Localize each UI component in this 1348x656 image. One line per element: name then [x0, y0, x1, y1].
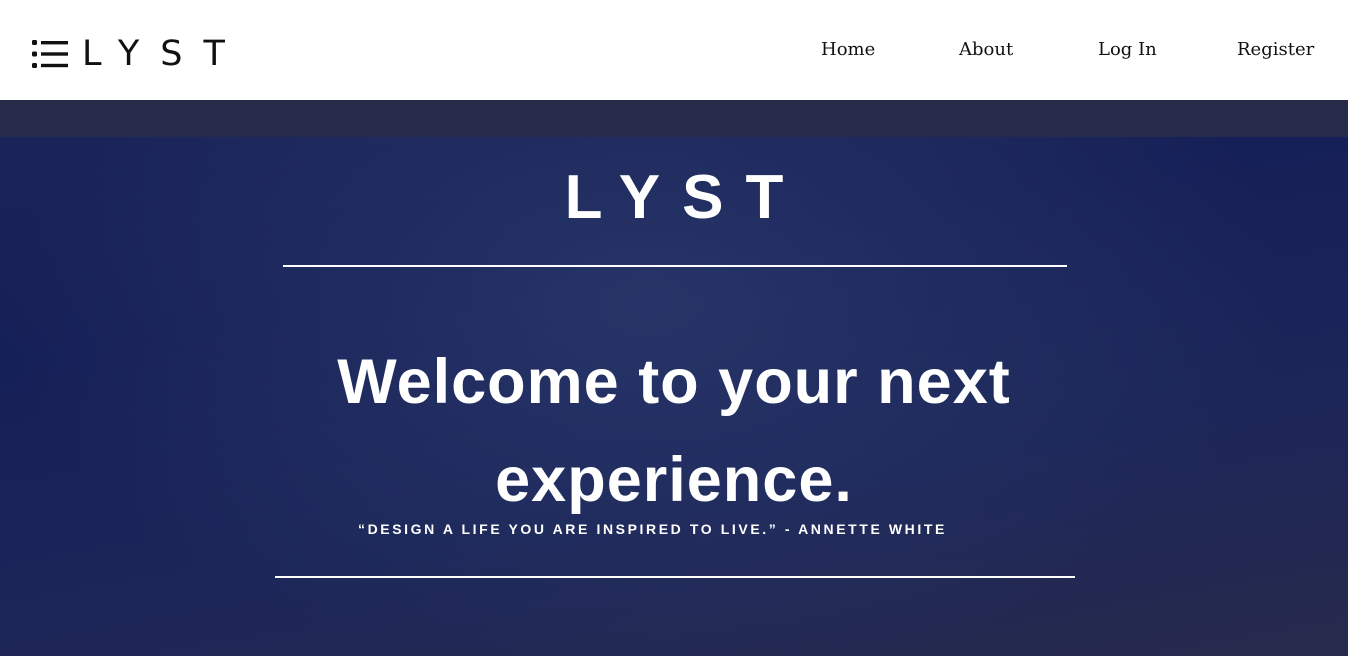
main-nav: Home About Log In Register [0, 37, 1348, 65]
hero-divider-bottom [275, 576, 1075, 578]
hero-logo: LYST [564, 163, 806, 232]
hero-section: LYST Welcome to your next experience. “D… [0, 137, 1348, 656]
hero-quote: “DESIGN A LIFE YOU ARE INSPIRED TO LIVE.… [358, 521, 947, 537]
header-divider-strip [0, 100, 1348, 137]
hero-headline: Welcome to your next experience. [337, 347, 1011, 515]
hero-divider-top [283, 265, 1067, 267]
navbar: LYST Home About Log In Register [0, 0, 1348, 100]
nav-login-link[interactable]: Log In [1098, 37, 1157, 63]
nav-register-link[interactable]: Register [1237, 37, 1314, 63]
nav-about-link[interactable]: About [959, 37, 1013, 63]
nav-home-link[interactable]: Home [821, 37, 875, 63]
